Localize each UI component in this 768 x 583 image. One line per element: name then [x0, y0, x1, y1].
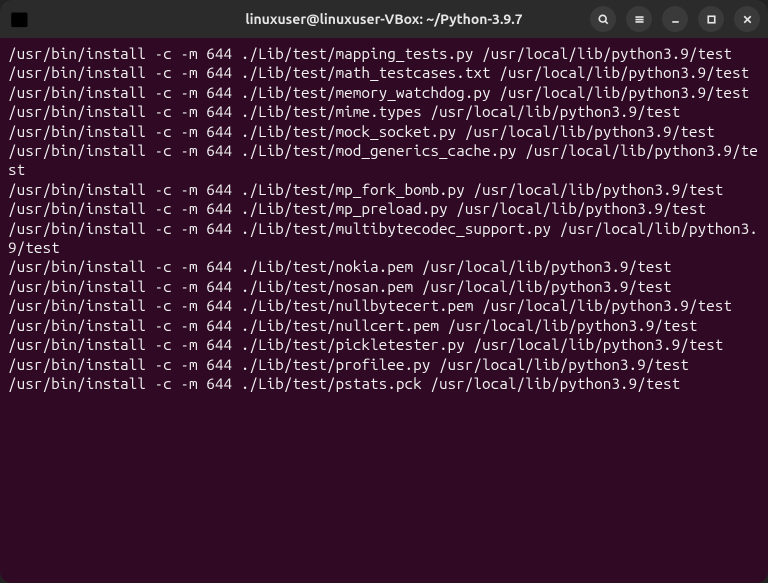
new-tab-button[interactable]	[8, 6, 34, 32]
terminal-line: /usr/bin/install -c -m 644 ./Lib/test/mu…	[8, 219, 760, 258]
maximize-button[interactable]	[698, 6, 724, 32]
terminal-line: /usr/bin/install -c -m 644 ./Lib/test/pr…	[8, 355, 760, 374]
terminal-line: /usr/bin/install -c -m 644 ./Lib/test/nu…	[8, 296, 760, 315]
terminal-line: /usr/bin/install -c -m 644 ./Lib/test/no…	[8, 277, 760, 296]
terminal-line: /usr/bin/install -c -m 644 ./Lib/test/pi…	[8, 335, 760, 354]
terminal-line: /usr/bin/install -c -m 644 ./Lib/test/no…	[8, 257, 760, 276]
close-button[interactable]	[734, 6, 760, 32]
search-button[interactable]	[590, 6, 616, 32]
terminal-line: /usr/bin/install -c -m 644 ./Lib/test/mi…	[8, 102, 760, 121]
terminal-line: /usr/bin/install -c -m 644 ./Lib/test/ps…	[8, 374, 760, 393]
terminal-line: /usr/bin/install -c -m 644 ./Lib/test/mp…	[8, 180, 760, 199]
menu-button[interactable]	[626, 6, 652, 32]
titlebar[interactable]: linuxuser@linuxuser-VBox: ~/Python-3.9.7	[0, 0, 768, 38]
terminal-line: /usr/bin/install -c -m 644 ./Lib/test/mo…	[8, 122, 760, 141]
terminal-line: /usr/bin/install -c -m 644 ./Lib/test/ma…	[8, 63, 760, 82]
terminal-output[interactable]: /usr/bin/install -c -m 644 ./Lib/test/ma…	[0, 38, 768, 583]
terminal-line: /usr/bin/install -c -m 644 ./Lib/test/me…	[8, 83, 760, 102]
minimize-button[interactable]	[662, 6, 688, 32]
terminal-line: /usr/bin/install -c -m 644 ./Lib/test/mp…	[8, 199, 760, 218]
terminal-line: /usr/bin/install -c -m 644 ./Lib/test/ma…	[8, 44, 760, 63]
terminal-line: /usr/bin/install -c -m 644 ./Lib/test/mo…	[8, 141, 760, 180]
terminal-line: /usr/bin/install -c -m 644 ./Lib/test/nu…	[8, 316, 760, 335]
terminal-window: linuxuser@linuxuser-VBox: ~/Python-3.9.7…	[0, 0, 768, 583]
